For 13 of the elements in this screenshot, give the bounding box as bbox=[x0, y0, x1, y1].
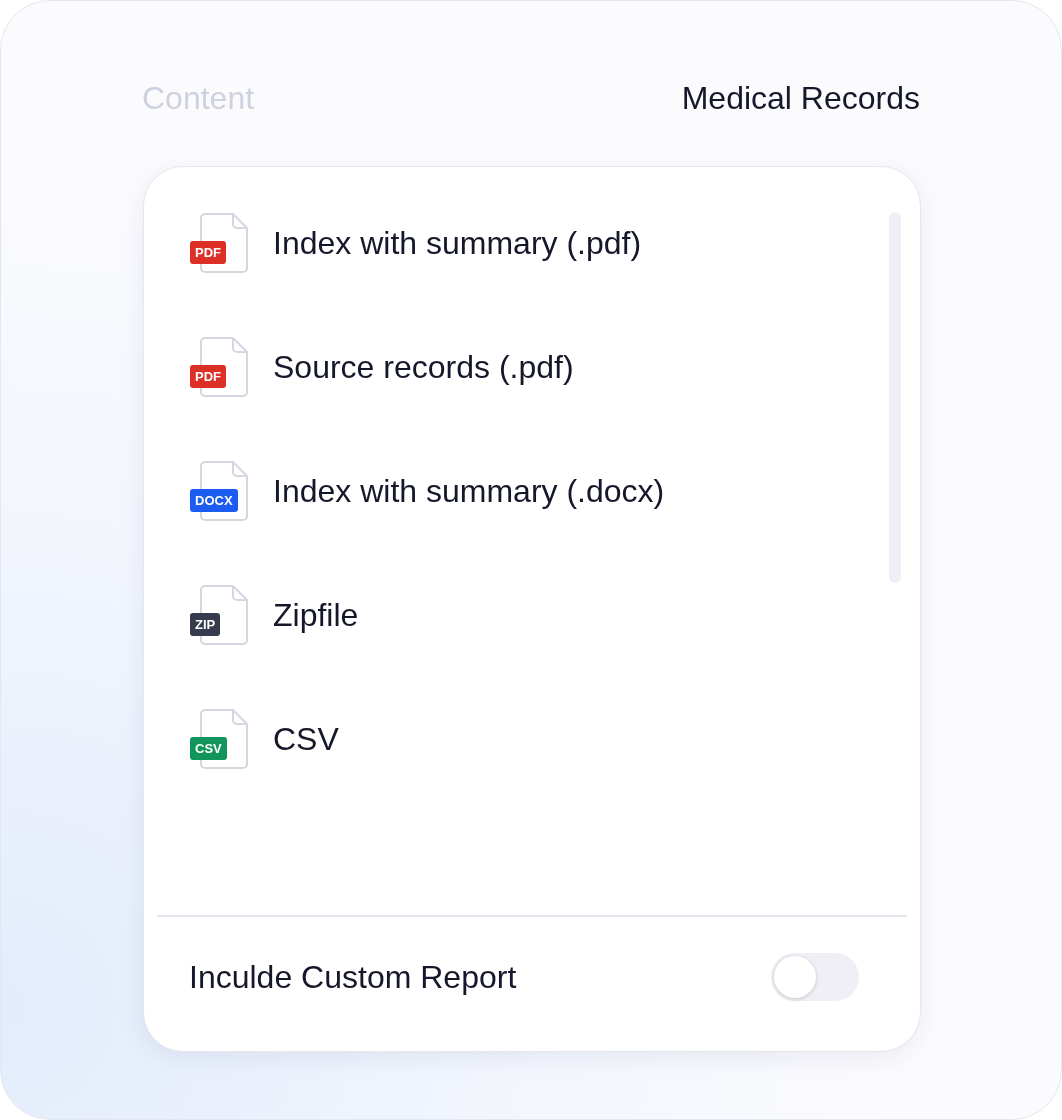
file-option[interactable]: Source records (.pdf) bbox=[273, 347, 574, 387]
file-type-badge: ZIP bbox=[190, 613, 221, 636]
file-option[interactable]: Zipfile bbox=[273, 595, 359, 635]
file-option[interactable]: Index with summary (.docx) bbox=[273, 471, 665, 511]
file-type-badge: CSV bbox=[190, 737, 227, 760]
section-title: Medical Records bbox=[681, 79, 920, 118]
file-option[interactable]: CSV bbox=[273, 719, 339, 759]
file-type-badge: DOCX bbox=[190, 489, 238, 512]
custom-report-toggle[interactable] bbox=[771, 953, 859, 1001]
file-type-badge: PDF bbox=[190, 365, 226, 388]
file-type-badge: PDF bbox=[190, 241, 226, 264]
custom-report-label: Inculde Custom Report bbox=[189, 958, 517, 997]
file-option[interactable]: Index with summary (.pdf) bbox=[273, 223, 642, 263]
